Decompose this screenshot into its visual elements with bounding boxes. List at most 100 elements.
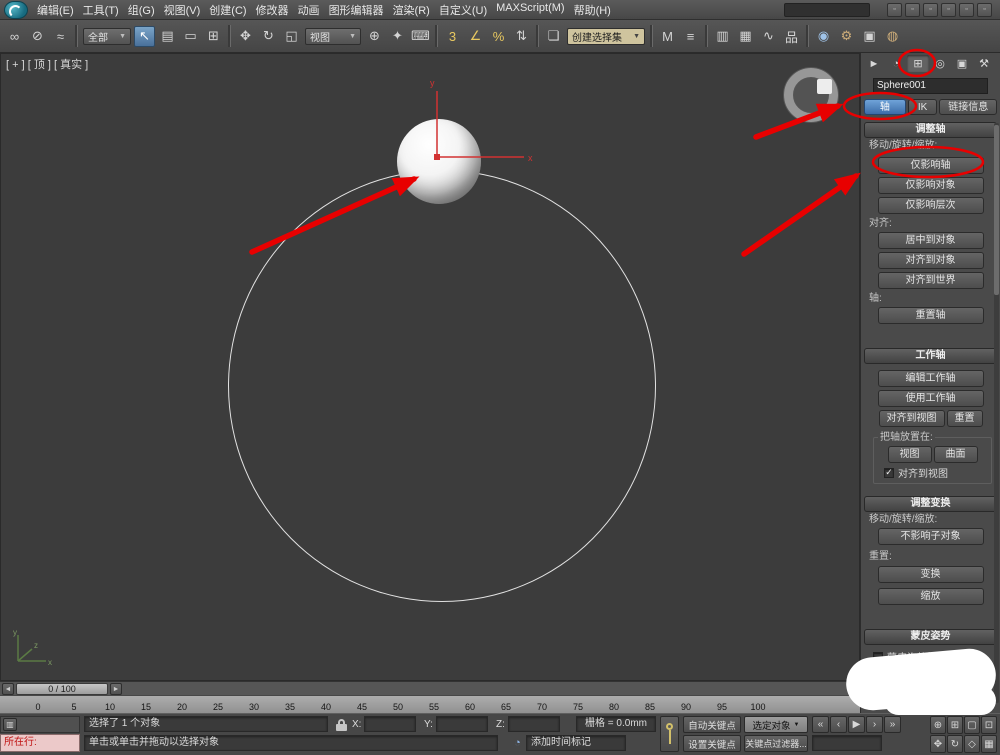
pivot-mode-button[interactable]: 轴: [864, 99, 906, 115]
menu-item[interactable]: 视图(V): [164, 2, 201, 18]
render-production-icon[interactable]: ◍: [882, 26, 903, 47]
zoom-region-icon[interactable]: ⊡: [981, 716, 997, 734]
tab-utilities[interactable]: ⚒: [973, 55, 995, 72]
edit-named-selection-sets-icon[interactable]: ❏: [543, 26, 564, 47]
next-frame-button[interactable]: ›: [866, 716, 883, 733]
go-to-start-button[interactable]: «: [812, 716, 829, 733]
sphere-object[interactable]: [397, 119, 481, 204]
quick-access-icon-1[interactable]: ▫: [887, 2, 902, 17]
unlink-selection-icon[interactable]: ⊘: [27, 26, 48, 47]
angle-snap-icon[interactable]: ∠: [465, 26, 486, 47]
keyboard-override-icon[interactable]: ⌨: [410, 26, 431, 47]
select-and-link-icon[interactable]: ∞: [4, 26, 25, 47]
z-coordinate-field[interactable]: [508, 716, 560, 732]
menu-item[interactable]: 图形编辑器: [329, 2, 384, 18]
set-key-button[interactable]: 设置关键点: [683, 735, 741, 752]
time-ruler[interactable]: 0 5 10 15 20 25 30 35 40 45 50 55 60 65 70 75 80 85 90 95 10…: [0, 695, 860, 713]
layer-manager-icon[interactable]: ▥: [712, 26, 733, 47]
align-to-object-button[interactable]: 对齐到对象: [877, 252, 984, 269]
menu-item[interactable]: 动画: [298, 2, 320, 18]
selected-object-dropdown[interactable]: 选定对象 ▼: [744, 716, 808, 733]
use-working-pivot-button[interactable]: 使用工作轴: [877, 390, 984, 407]
current-frame-field[interactable]: [812, 735, 882, 751]
play-button[interactable]: ▶: [848, 716, 865, 733]
tab-modify[interactable]: ◔: [885, 55, 907, 72]
menu-item[interactable]: 修改器: [256, 2, 289, 18]
align-to-world-button[interactable]: 对齐到世界: [877, 272, 984, 289]
infocenter-search-field[interactable]: [784, 2, 870, 17]
curve-editor-icon[interactable]: ∿: [758, 26, 779, 47]
previous-key-arrow[interactable]: ◄: [2, 683, 14, 695]
menu-item[interactable]: 编辑(E): [37, 2, 74, 18]
window-crossing-icon[interactable]: ⊞: [203, 26, 224, 47]
app-logo-icon[interactable]: [4, 0, 28, 19]
pan-icon[interactable]: ✥: [930, 735, 946, 753]
reference-coordinate-dropdown[interactable]: 视图 ▼: [305, 27, 361, 45]
maxscript-mini-listener[interactable]: 所在行:: [0, 734, 80, 752]
menu-item[interactable]: MAXScript(M): [496, 2, 564, 18]
rendered-frame-icon[interactable]: ▣: [859, 26, 880, 47]
selection-filter-dropdown[interactable]: 全部 ▼: [83, 27, 131, 45]
auto-key-button[interactable]: 自动关键点: [683, 716, 741, 733]
selection-lock-icon[interactable]: [334, 719, 348, 732]
reset-scale-button[interactable]: 缩放: [877, 588, 984, 605]
maximize-viewport-icon[interactable]: ▦: [981, 735, 997, 753]
material-editor-icon[interactable]: ◉: [813, 26, 834, 47]
schematic-view-icon[interactable]: 品: [781, 26, 802, 47]
affect-hierarchy-only-button[interactable]: 仅影响层次: [877, 197, 984, 214]
panel-scrollbar-thumb[interactable]: [994, 125, 999, 295]
named-selection-sets-dropdown[interactable]: 创建选择集 ▼: [567, 27, 645, 45]
place-pivot-surface-button[interactable]: 曲面: [933, 446, 978, 463]
menu-item[interactable]: 帮助(H): [574, 2, 611, 18]
time-slider[interactable]: 0 / 100: [16, 683, 108, 695]
align-to-view-checkbox[interactable]: ✓: [884, 467, 894, 478]
bind-to-space-warp-icon[interactable]: ≈: [50, 26, 71, 47]
select-and-rotate-icon[interactable]: ↻: [258, 26, 279, 47]
tab-create[interactable]: ►: [863, 55, 885, 72]
select-and-manipulate-icon[interactable]: ✦: [387, 26, 408, 47]
render-setup-icon[interactable]: ⚙: [836, 26, 857, 47]
key-filters-button[interactable]: 关键点过滤器...: [744, 735, 808, 752]
previous-frame-button[interactable]: ‹: [830, 716, 847, 733]
quick-access-icon-2[interactable]: ▫: [905, 2, 920, 17]
dont-affect-children-button[interactable]: 不影响子对象: [877, 528, 984, 545]
orbit-icon[interactable]: ↻: [947, 735, 963, 753]
use-pivot-center-icon[interactable]: ⊕: [364, 26, 385, 47]
field-of-view-icon[interactable]: ◇: [964, 735, 980, 753]
zoom-extents-icon[interactable]: ▢: [964, 716, 980, 734]
edit-working-pivot-button[interactable]: 编辑工作轴: [877, 370, 984, 387]
rectangular-selection-icon[interactable]: ▭: [180, 26, 201, 47]
viewport-label[interactable]: [ + ] [ 顶 ] [ 真实 ]: [6, 56, 88, 72]
tab-motion[interactable]: ◎: [929, 55, 951, 72]
reset-pivot-button[interactable]: 重置轴: [877, 307, 984, 324]
tab-display[interactable]: ▣: [951, 55, 973, 72]
reset-transform-button[interactable]: 变换: [877, 566, 984, 583]
center-to-object-button[interactable]: 居中到对象: [877, 232, 984, 249]
graphite-ribbon-icon[interactable]: ▦: [735, 26, 756, 47]
quick-access-icon-6[interactable]: ▫: [977, 2, 992, 17]
place-pivot-view-button[interactable]: 视图: [887, 446, 932, 463]
zoom-all-icon[interactable]: ⊞: [947, 716, 963, 734]
select-by-name-icon[interactable]: ▤: [157, 26, 178, 47]
object-name-field[interactable]: Sphere001: [873, 78, 988, 94]
y-coordinate-field[interactable]: [436, 716, 488, 732]
select-and-move-icon[interactable]: ✥: [235, 26, 256, 47]
maxscript-listener-cell[interactable]: ▥: [0, 716, 80, 733]
percent-snap-icon[interactable]: %: [488, 26, 509, 47]
reset-working-pivot-button[interactable]: 重置: [946, 410, 983, 427]
x-coordinate-field[interactable]: [364, 716, 416, 732]
mirror-icon[interactable]: M: [657, 26, 678, 47]
circle-shape[interactable]: [228, 170, 656, 602]
add-time-tag-field[interactable]: 添加时间标记: [526, 735, 626, 751]
zoom-icon[interactable]: ⊕: [930, 716, 946, 734]
quick-access-icon-5[interactable]: ▫: [959, 2, 974, 17]
select-object-icon[interactable]: ↖: [134, 25, 155, 47]
rollout-skin-pose-header[interactable]: 蒙皮姿势: [864, 629, 997, 645]
panel-scrollbar[interactable]: [994, 123, 999, 703]
rollout-adjust-pivot-header[interactable]: 调整轴: [864, 122, 997, 138]
steering-wheel-control[interactable]: [784, 68, 838, 122]
affect-pivot-only-button[interactable]: 仅影响轴: [877, 157, 984, 174]
snap-toggle-3d-icon[interactable]: 3: [442, 26, 463, 47]
align-to-view-button[interactable]: 对齐到视图: [878, 410, 945, 427]
rollout-adjust-transform-header[interactable]: 调整变换: [864, 496, 997, 512]
